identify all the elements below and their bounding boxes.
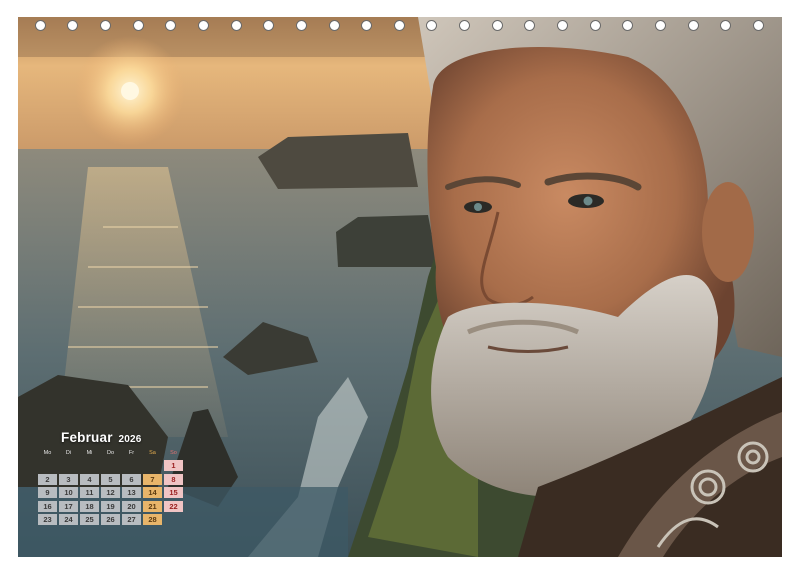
binding-hole <box>557 20 568 31</box>
day-cell: 4 <box>80 473 99 485</box>
binding-holes <box>0 17 800 37</box>
binding-hole <box>753 20 764 31</box>
day-cell: 27 <box>122 514 141 525</box>
day-cell: 28 <box>143 514 162 525</box>
day-cell: 15 <box>164 487 183 498</box>
binding-hole <box>688 20 699 31</box>
weekday-label: Sa <box>149 450 156 456</box>
day-cell: 20 <box>122 500 141 512</box>
calendar-title: Februar 2026 <box>61 430 188 445</box>
day-cell: 9 <box>38 487 57 498</box>
weekday-label: Fr <box>128 450 135 456</box>
day-cell: 7 <box>143 473 162 485</box>
weekday-label: Di <box>65 450 72 456</box>
weekday-label: Do <box>106 450 115 456</box>
day-cell: 21 <box>143 500 162 512</box>
binding-hole <box>590 20 601 31</box>
binding-hole <box>231 20 242 31</box>
binding-hole <box>720 20 731 31</box>
day-cell: 6 <box>122 473 141 485</box>
day-cell: 13 <box>122 487 141 498</box>
day-cell: 18 <box>80 500 99 512</box>
day-cell: 17 <box>59 500 78 512</box>
binding-hole <box>198 20 209 31</box>
binding-hole <box>165 20 176 31</box>
calendar-year: 2026 <box>118 434 142 445</box>
day-cell: 11 <box>80 487 99 498</box>
day-cell: 25 <box>80 514 99 525</box>
day-cell: 2 <box>38 473 57 485</box>
day-cell: 8 <box>164 473 183 485</box>
day-cell: 22 <box>164 500 183 512</box>
binding-hole <box>329 20 340 31</box>
binding-hole <box>67 20 78 31</box>
binding-hole <box>296 20 307 31</box>
weekday-label: So <box>170 450 177 456</box>
day-cell: 10 <box>59 487 78 498</box>
day-cell: 5 <box>101 473 120 485</box>
day-cell: 23 <box>38 514 57 525</box>
calendar-month: Februar <box>61 430 113 445</box>
binding-hole <box>655 20 666 31</box>
day-cell: 24 <box>59 514 78 525</box>
binding-hole <box>35 20 46 31</box>
day-cell: 12 <box>101 487 120 498</box>
day-cell: 16 <box>38 500 57 512</box>
weekday-label: Mo <box>43 450 52 456</box>
day-cell: 1 <box>164 460 183 471</box>
binding-hole <box>361 20 372 31</box>
binding-hole <box>394 20 405 31</box>
day-cell: 26 <box>101 514 120 525</box>
binding-hole <box>459 20 470 31</box>
month-calendar: Februar 2026 Mo Di Mi Do Fr Sa So 1 2 3 4 5 6 7 8 9 10 1… <box>38 430 188 525</box>
binding-hole <box>133 20 144 31</box>
binding-hole <box>426 20 437 31</box>
day-cell: 3 <box>59 473 78 485</box>
binding-hole <box>263 20 274 31</box>
weekday-label: Mi <box>86 450 93 456</box>
binding-hole <box>492 20 503 31</box>
day-cell: 19 <box>101 500 120 512</box>
day-cell: 14 <box>143 487 162 498</box>
binding-hole <box>524 20 535 31</box>
binding-hole <box>100 20 111 31</box>
binding-hole <box>622 20 633 31</box>
